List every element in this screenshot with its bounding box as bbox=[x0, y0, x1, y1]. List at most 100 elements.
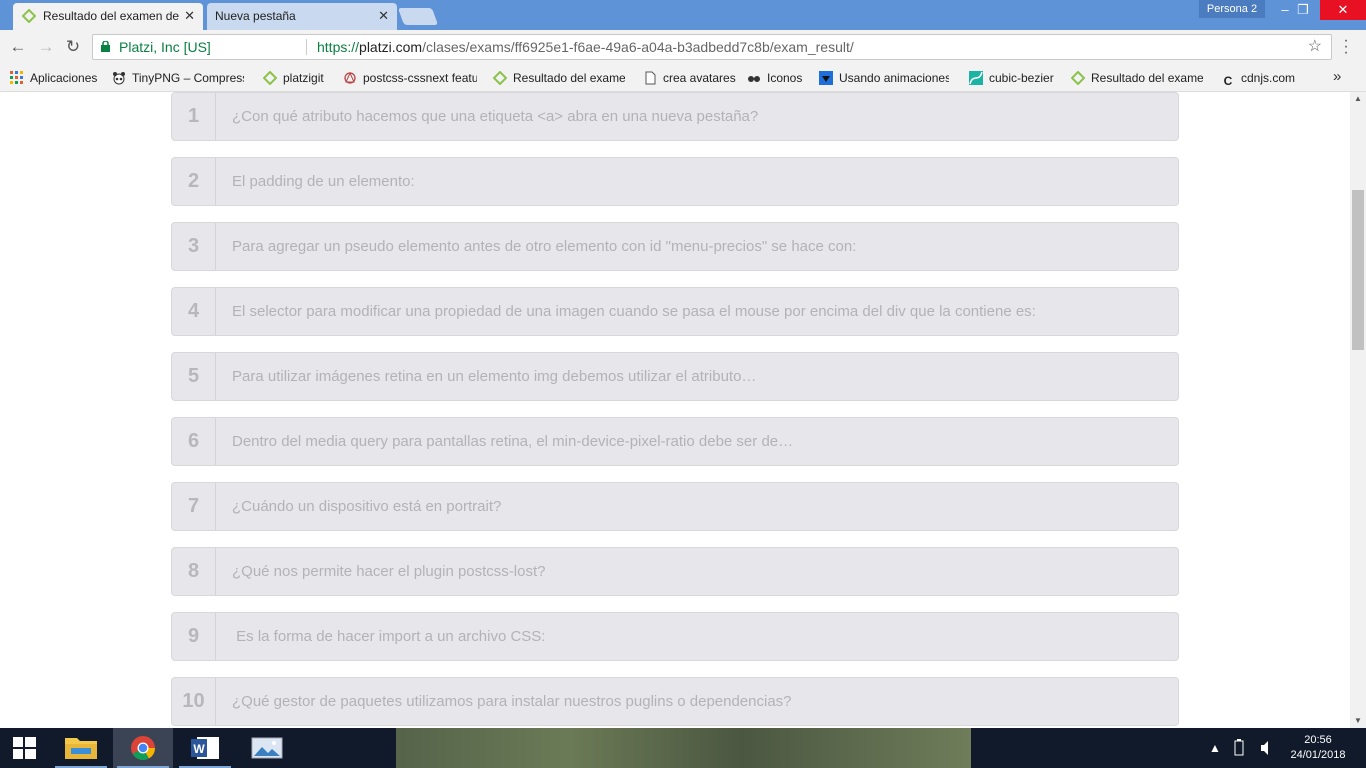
lock-icon bbox=[101, 41, 110, 52]
tab-title: Resultado del examen de bbox=[43, 9, 180, 23]
browser-toolbar: ← → ↻ Platzi, Inc [US] https://platzi.co… bbox=[0, 30, 1366, 64]
url-host: platzi.com bbox=[359, 39, 423, 55]
question-text: ¿Qué gestor de paquetes utilizamos para … bbox=[232, 693, 792, 710]
profile-button[interactable]: Persona 2 bbox=[1199, 0, 1265, 18]
question-text: Para agregar un pseudo elemento antes de… bbox=[232, 238, 857, 255]
bookmark-label: Iconos bbox=[767, 71, 803, 85]
page-content: 1 ¿Con qué atributo hacemos que una etiq… bbox=[0, 92, 1350, 728]
bookmark-apps[interactable]: Aplicaciones bbox=[10, 69, 97, 87]
question-text: Para utilizar imágenes retina en un elem… bbox=[232, 368, 757, 385]
bookmark-exam-result-2[interactable]: Resultado del exame bbox=[1071, 69, 1203, 87]
battery-icon[interactable] bbox=[1231, 728, 1247, 768]
new-tab-button[interactable] bbox=[397, 8, 439, 25]
page-icon bbox=[645, 71, 656, 85]
taskbar-word[interactable]: W bbox=[175, 728, 235, 768]
folder-icon bbox=[65, 738, 97, 759]
glasses-icon bbox=[748, 76, 760, 82]
start-button[interactable] bbox=[0, 728, 48, 768]
animation-icon bbox=[819, 71, 833, 85]
platzi-icon bbox=[22, 9, 36, 23]
close-window-button[interactable]: ✕ bbox=[1320, 0, 1366, 20]
browser-titlebar: Resultado del examen de ✕ Nueva pestaña … bbox=[0, 0, 1366, 30]
question-text: El padding de un elemento: bbox=[232, 173, 415, 190]
show-hidden-icons[interactable]: ▲ bbox=[1209, 728, 1221, 768]
scroll-down-icon[interactable]: ▼ bbox=[1350, 714, 1366, 728]
bezier-icon bbox=[969, 71, 983, 85]
panda-icon bbox=[113, 72, 125, 85]
question-row[interactable]: 8 ¿Qué nos permite hacer el plugin postc… bbox=[171, 547, 1179, 596]
system-clock[interactable]: 20:56 24/01/2018 bbox=[1286, 733, 1350, 763]
apps-grid-icon bbox=[10, 71, 23, 84]
bookmark-label: TinyPNG – Compress bbox=[132, 71, 244, 85]
question-number: 2 bbox=[172, 158, 216, 205]
bookmark-label: Usando animaciones bbox=[839, 71, 949, 85]
bookmark-label: Resultado del exame bbox=[1091, 71, 1203, 85]
bookmark-label: cubic-bezier bbox=[989, 71, 1054, 85]
word-icon: W bbox=[191, 737, 219, 759]
tab-title: Nueva pestaña bbox=[215, 9, 296, 23]
page-scrollbar[interactable]: ▲ ▼ bbox=[1350, 92, 1366, 728]
postcss-icon bbox=[344, 71, 356, 84]
platzi-icon bbox=[263, 71, 277, 85]
question-text: Dentro del media query para pantallas re… bbox=[232, 433, 794, 450]
forward-icon[interactable]: → bbox=[35, 36, 57, 58]
svg-text:W: W bbox=[193, 742, 205, 756]
scrollbar-thumb[interactable] bbox=[1352, 190, 1364, 350]
address-bar[interactable]: Platzi, Inc [US] https://platzi.com/clas… bbox=[92, 34, 1332, 60]
bookmark-label: postcss-cssnext featu bbox=[363, 71, 477, 85]
chrome-menu-icon[interactable]: · · · bbox=[1341, 33, 1351, 61]
question-number: 1 bbox=[172, 93, 216, 140]
bookmarks-overflow-button[interactable]: » bbox=[1333, 68, 1341, 85]
tab-new[interactable]: Nueva pestaña ✕ bbox=[207, 3, 397, 30]
question-row[interactable]: 2 El padding de un elemento: bbox=[171, 157, 1179, 206]
clock-time: 20:56 bbox=[1304, 734, 1332, 746]
question-number: 6 bbox=[172, 418, 216, 465]
question-row[interactable]: 3 Para agregar un pseudo elemento antes … bbox=[171, 222, 1179, 271]
back-icon[interactable]: ← bbox=[7, 36, 29, 58]
url-text[interactable]: https://platzi.com/clases/exams/ff6925e1… bbox=[317, 35, 854, 59]
scroll-up-icon[interactable]: ▲ bbox=[1350, 92, 1366, 106]
bookmark-label: platzigit bbox=[283, 71, 324, 85]
question-row[interactable]: 10 ¿Qué gestor de paquetes utilizamos pa… bbox=[171, 677, 1179, 726]
clock-date: 24/01/2018 bbox=[1290, 749, 1346, 761]
question-row[interactable]: 7 ¿Cuándo un dispositivo está en portrai… bbox=[171, 482, 1179, 531]
question-row[interactable]: 5 Para utilizar imágenes retina en un el… bbox=[171, 352, 1179, 401]
bookmark-cdnjs[interactable]: Ccdnjs.com bbox=[1221, 69, 1295, 88]
bookmarks-bar: Aplicaciones TinyPNG – Compress platzigi… bbox=[0, 64, 1366, 92]
photos-icon bbox=[251, 737, 283, 759]
question-number: 4 bbox=[172, 288, 216, 335]
desktop-wallpaper-preview bbox=[396, 728, 971, 768]
tab-close-icon[interactable]: ✕ bbox=[184, 3, 195, 29]
reload-icon[interactable]: ↻ bbox=[62, 36, 84, 58]
bookmark-platzigit[interactable]: platzigit bbox=[263, 69, 324, 87]
site-identity[interactable]: Platzi, Inc [US] bbox=[119, 35, 211, 59]
volume-icon[interactable] bbox=[1258, 728, 1274, 768]
windows-logo-icon bbox=[13, 737, 36, 759]
bookmark-postcss[interactable]: postcss-cssnext featu bbox=[343, 69, 477, 87]
tab-close-icon[interactable]: ✕ bbox=[378, 3, 389, 29]
bookmark-avatares[interactable]: crea avatares bbox=[643, 69, 736, 87]
chrome-icon bbox=[131, 736, 155, 761]
address-divider bbox=[306, 39, 307, 55]
question-row[interactable]: 4 El selector para modificar una propied… bbox=[171, 287, 1179, 336]
question-number: 9 bbox=[172, 613, 216, 660]
question-row[interactable]: 6 Dentro del media query para pantallas … bbox=[171, 417, 1179, 466]
bookmark-star-icon[interactable]: ☆ bbox=[1308, 35, 1322, 59]
taskbar-chrome[interactable] bbox=[113, 728, 173, 768]
bookmark-label: Aplicaciones bbox=[30, 71, 98, 85]
question-number: 8 bbox=[172, 548, 216, 595]
question-number: 5 bbox=[172, 353, 216, 400]
bookmark-label: crea avatares bbox=[663, 71, 736, 85]
bookmark-iconos[interactable]: Iconos bbox=[747, 69, 802, 87]
taskbar-file-explorer[interactable] bbox=[51, 728, 111, 768]
question-row[interactable]: 1 ¿Con qué atributo hacemos que una etiq… bbox=[171, 92, 1179, 141]
bookmark-tinypng[interactable]: TinyPNG – Compress bbox=[112, 69, 244, 87]
bookmark-exam-result-1[interactable]: Resultado del exame bbox=[493, 69, 625, 87]
tab-exam-result[interactable]: Resultado del examen de ✕ bbox=[13, 3, 203, 30]
question-row[interactable]: 9 Es la forma de hacer import a un archi… bbox=[171, 612, 1179, 661]
restore-button[interactable]: ❐ bbox=[1288, 0, 1318, 20]
bookmark-animaciones[interactable]: Usando animaciones bbox=[819, 69, 949, 87]
question-text: ¿Con qué atributo hacemos que una etique… bbox=[232, 108, 759, 125]
taskbar-photos[interactable] bbox=[237, 728, 297, 768]
bookmark-cubic-bezier[interactable]: cubic-bezier bbox=[969, 69, 1054, 87]
